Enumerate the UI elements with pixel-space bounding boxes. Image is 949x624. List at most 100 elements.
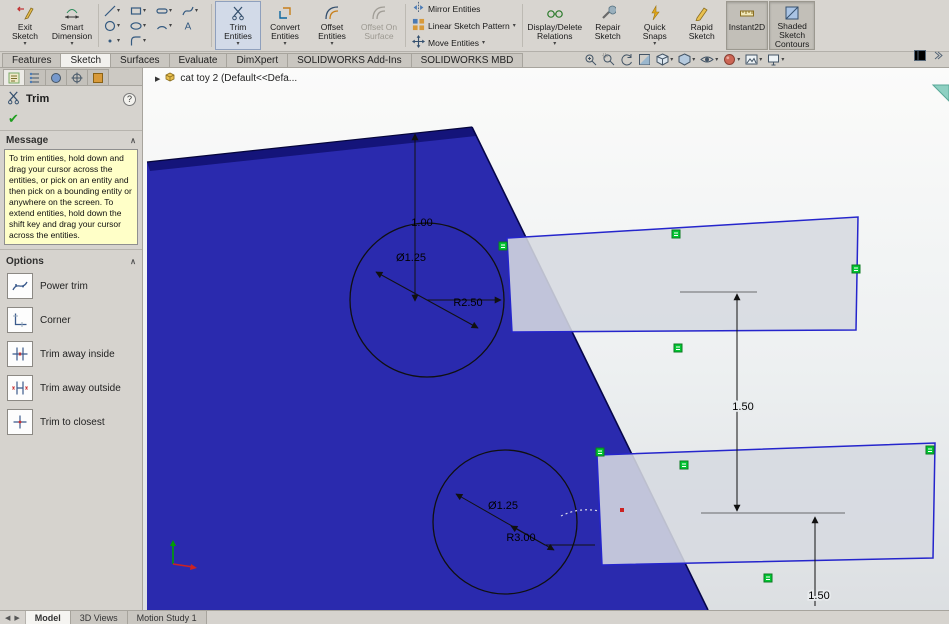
chevron-down-icon[interactable]: ▾ bbox=[670, 57, 673, 63]
rectangle-tool-button[interactable]: ▾ bbox=[130, 3, 154, 18]
dim-tab-gap-label[interactable]: 1.50 bbox=[731, 399, 756, 415]
relation-marker[interactable] bbox=[925, 445, 935, 455]
tab-sketch[interactable]: Sketch bbox=[60, 53, 112, 67]
dim-bottom-gap-label[interactable]: 1.50 bbox=[807, 588, 832, 604]
propertymanager-tab[interactable] bbox=[3, 69, 25, 85]
trim-entities-button[interactable]: Trim Entities ▾ bbox=[215, 1, 261, 50]
relation-marker[interactable] bbox=[671, 229, 681, 239]
tab-scroll-prev-icon[interactable]: ◀ bbox=[5, 614, 10, 622]
fillet-tool-button[interactable]: ▾ bbox=[130, 33, 154, 48]
apply-scene-icon[interactable]: ▾ bbox=[745, 53, 762, 66]
collapse-pane-icon[interactable] bbox=[932, 48, 943, 66]
previous-view-icon[interactable] bbox=[620, 53, 633, 66]
rapid-sketch-button[interactable]: Rapid Sketch bbox=[679, 1, 725, 50]
option-corner[interactable]: Corner bbox=[0, 303, 142, 337]
chevron-down-icon[interactable]: ▾ bbox=[513, 23, 516, 29]
breadcrumb-arrow-icon[interactable]: ▶ bbox=[155, 75, 160, 83]
graphics-area[interactable]: ▶ cat toy 2 (Default<<Defa... 1.00 Ø1.25… bbox=[143, 68, 949, 610]
zoom-to-fit-icon[interactable] bbox=[584, 53, 597, 66]
ok-check-icon[interactable]: ✔ bbox=[0, 111, 142, 131]
tab-dimxpert[interactable]: DimXpert bbox=[226, 53, 289, 67]
tab-scroll-next-icon[interactable]: ▶ bbox=[14, 614, 19, 622]
chevron-down-icon[interactable]: ▾ bbox=[715, 57, 718, 63]
smart-dimension-button[interactable]: Smart Dimension ▾ bbox=[49, 1, 95, 50]
chevron-down-icon[interactable]: ▾ bbox=[117, 23, 120, 29]
option-trim-away-inside[interactable]: Trim away inside bbox=[0, 337, 142, 371]
line-tool-button[interactable]: ▾ bbox=[104, 3, 128, 18]
dimxpertmanager-tab[interactable] bbox=[66, 69, 88, 85]
featuremanager-tab[interactable] bbox=[24, 69, 46, 85]
message-section-header[interactable]: Message ∧ bbox=[0, 131, 142, 148]
dim-top-height-label[interactable]: 1.00 bbox=[411, 217, 432, 229]
relation-marker[interactable] bbox=[498, 241, 508, 251]
move-entities-button[interactable]: Move Entities ▾ bbox=[412, 35, 516, 50]
relation-marker[interactable] bbox=[673, 343, 683, 353]
options-section-header[interactable]: Options ∧ bbox=[0, 252, 142, 269]
chevron-down-icon[interactable]: ▾ bbox=[482, 40, 485, 46]
relation-marker[interactable] bbox=[763, 573, 773, 583]
edit-appearance-icon[interactable]: ▾ bbox=[723, 53, 740, 66]
tab-evaluate[interactable]: Evaluate bbox=[168, 53, 228, 67]
option-trim-to-closest[interactable]: Trim to closest bbox=[0, 405, 142, 439]
sketch-tab-top[interactable] bbox=[506, 216, 859, 333]
tab-features[interactable]: Features bbox=[2, 53, 62, 67]
dim-bottom-radius-label[interactable]: R3.00 bbox=[506, 532, 535, 544]
instant2d-button[interactable]: Instant2D bbox=[725, 1, 769, 50]
relation-marker[interactable] bbox=[679, 460, 689, 470]
linear-sketch-pattern-button[interactable]: Linear Sketch Pattern ▾ bbox=[412, 18, 516, 33]
zoom-to-area-icon[interactable] bbox=[602, 53, 615, 66]
display-style-icon[interactable]: ▾ bbox=[678, 53, 695, 66]
chevron-down-icon[interactable]: ▾ bbox=[117, 8, 120, 14]
feature-pane-icon[interactable] bbox=[914, 48, 926, 66]
hide-show-items-icon[interactable]: ▾ bbox=[700, 53, 718, 66]
dim-bottom-diameter-label[interactable]: Ø1.25 bbox=[488, 500, 518, 512]
slot-tool-button[interactable]: ▾ bbox=[156, 3, 180, 18]
ellipse-tool-button[interactable]: ▾ bbox=[130, 18, 154, 33]
tab-surfaces[interactable]: Surfaces bbox=[110, 53, 170, 67]
tab-motion-study-1[interactable]: Motion Study 1 bbox=[127, 611, 207, 624]
appearances-tab[interactable] bbox=[87, 69, 109, 85]
option-trim-away-outside[interactable]: Trim away outside bbox=[0, 371, 142, 405]
sketch-viewport[interactable]: 1.00 Ø1.25 R2.50 1.50 Ø1.25 R3.00 1.50 bbox=[143, 68, 949, 610]
tab-solidworks-add-ins[interactable]: SOLIDWORKS Add-Ins bbox=[287, 53, 412, 67]
circle-tool-button[interactable]: ▾ bbox=[104, 18, 128, 33]
display-delete-relations-button[interactable]: Display/Delete Relations ▾ bbox=[526, 1, 584, 50]
dim-top-diameter-label[interactable]: Ø1.25 bbox=[396, 252, 426, 264]
tab-solidworks-mbd[interactable]: SOLIDWORKS MBD bbox=[410, 53, 524, 67]
chevron-down-icon[interactable]: ▾ bbox=[169, 23, 172, 29]
mirror-entities-button[interactable]: Mirror Entities bbox=[412, 1, 516, 16]
convert-entities-button[interactable]: Convert Entities ▾ bbox=[262, 1, 308, 50]
chevron-down-icon[interactable]: ▾ bbox=[781, 57, 784, 63]
help-icon[interactable]: ? bbox=[123, 92, 136, 106]
tab-3d-views[interactable]: 3D Views bbox=[70, 611, 128, 624]
chevron-down-icon[interactable]: ▾ bbox=[692, 57, 695, 63]
chevron-up-icon[interactable]: ∧ bbox=[130, 257, 136, 266]
text-tool-button[interactable]: A bbox=[182, 18, 206, 33]
view-orientation-icon[interactable]: ▾ bbox=[656, 53, 673, 66]
displaymanager-tab[interactable] bbox=[45, 69, 67, 85]
relation-marker[interactable] bbox=[851, 264, 861, 274]
chevron-down-icon[interactable]: ▾ bbox=[737, 57, 740, 63]
offset-entities-button[interactable]: Offset Entities ▾ bbox=[309, 1, 355, 50]
tab-model[interactable]: Model bbox=[25, 611, 71, 624]
relation-marker[interactable] bbox=[595, 447, 605, 457]
arc-tool-button[interactable]: ▾ bbox=[156, 18, 180, 33]
breadcrumb[interactable]: ▶ cat toy 2 (Default<<Defa... bbox=[155, 71, 297, 86]
view-settings-icon[interactable]: ▾ bbox=[767, 53, 784, 66]
point-tool-button[interactable]: ▾ bbox=[104, 33, 128, 48]
repair-sketch-button[interactable]: Repair Sketch bbox=[585, 1, 631, 50]
chevron-down-icon[interactable]: ▾ bbox=[117, 38, 120, 44]
option-power-trim[interactable]: Power trim bbox=[0, 269, 142, 303]
sketch-tab-bottom[interactable] bbox=[596, 442, 936, 566]
dim-top-radius-label[interactable]: R2.50 bbox=[453, 297, 482, 309]
chevron-down-icon[interactable]: ▾ bbox=[169, 8, 172, 14]
section-view-icon[interactable] bbox=[638, 53, 651, 66]
corner-widget-icon[interactable] bbox=[931, 84, 949, 102]
quick-snaps-button[interactable]: Quick Snaps ▾ bbox=[632, 1, 678, 50]
chevron-up-icon[interactable]: ∧ bbox=[130, 136, 136, 145]
shaded-sketch-contours-button[interactable]: Shaded Sketch Contours bbox=[769, 1, 816, 50]
chevron-down-icon[interactable]: ▾ bbox=[759, 57, 762, 63]
chevron-down-icon[interactable]: ▾ bbox=[143, 8, 146, 14]
chevron-down-icon[interactable]: ▾ bbox=[143, 23, 146, 29]
chevron-down-icon[interactable]: ▾ bbox=[143, 38, 146, 44]
